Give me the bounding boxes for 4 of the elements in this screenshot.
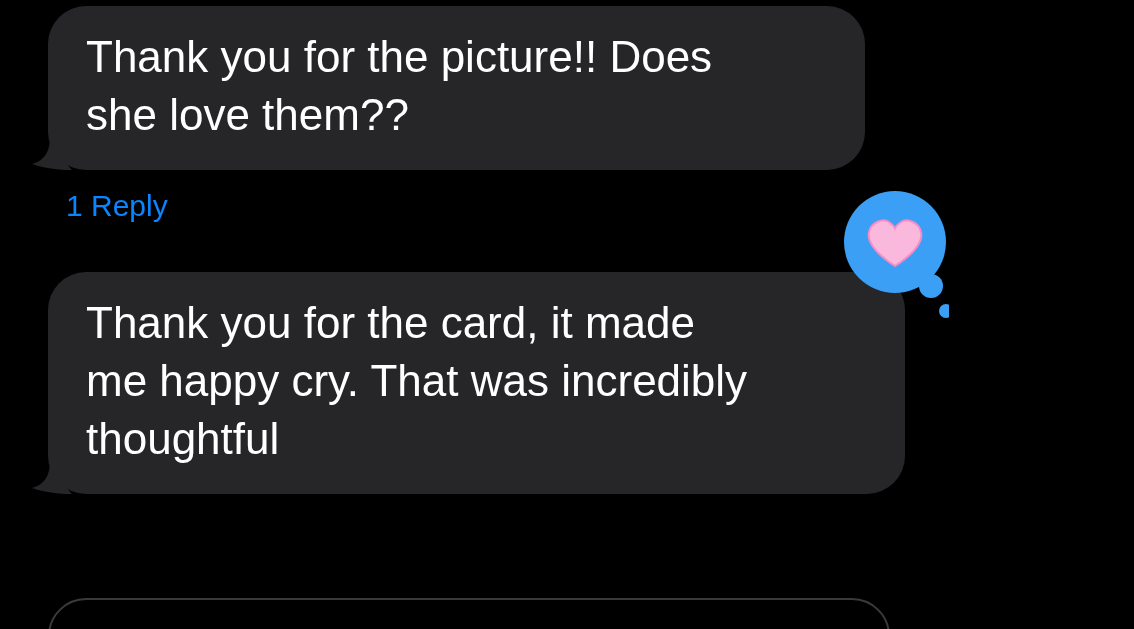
message-text: Thank you for the picture!! Does she love them?? xyxy=(86,31,714,141)
message-text: Thank you for the card, it made me happy cry. That was incredibly thoughtful xyxy=(86,297,749,465)
reply-count-link[interactable]: 1 Reply xyxy=(66,188,1134,224)
heart-reaction-icon[interactable] xyxy=(843,190,949,320)
